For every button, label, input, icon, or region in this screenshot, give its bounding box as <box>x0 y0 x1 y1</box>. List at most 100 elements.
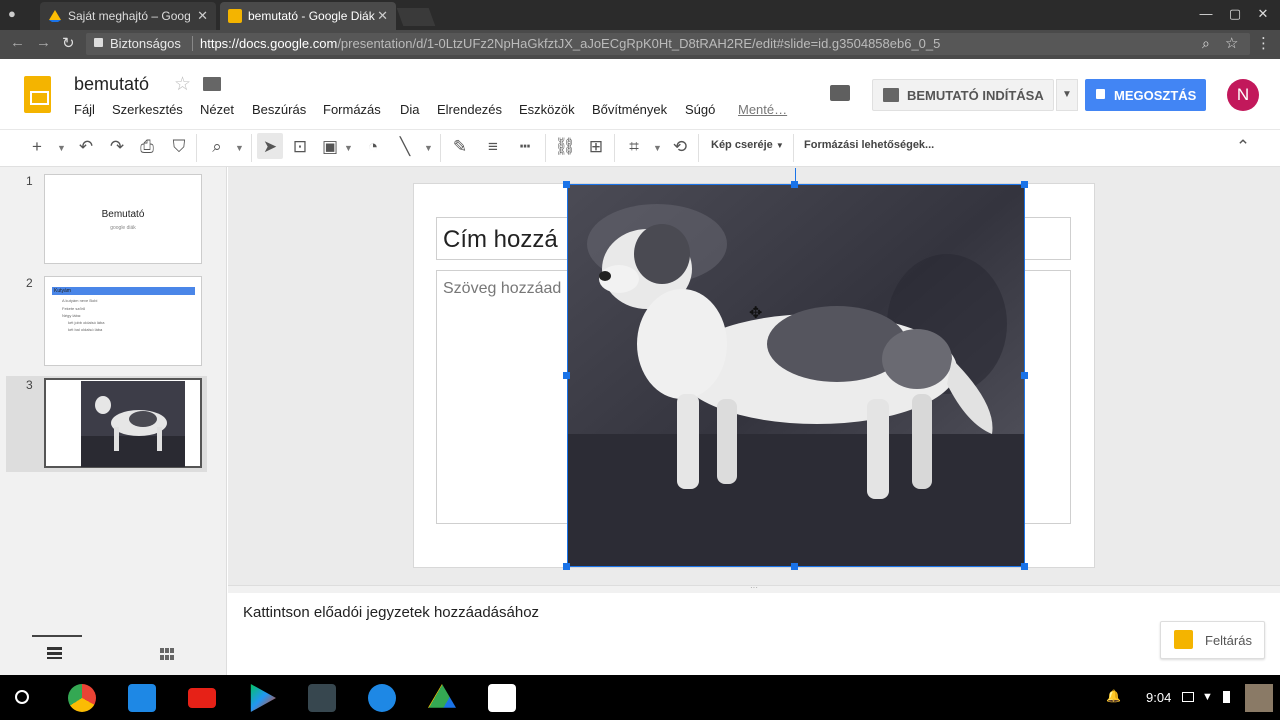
collapse-toolbar-icon[interactable]: ⌃ <box>1232 137 1254 157</box>
save-status[interactable]: Menté… <box>738 102 787 117</box>
present-label: BEMUTATÓ INDÍTÁSA <box>907 87 1044 103</box>
shape-icon[interactable]: ◔ <box>362 137 384 157</box>
reset-image-icon[interactable]: ⟲ <box>669 137 691 157</box>
resize-handle[interactable] <box>1021 372 1028 379</box>
whiteboard-app-icon[interactable] <box>488 684 516 712</box>
minimize-icon[interactable]: — <box>1197 6 1215 21</box>
menu-file[interactable]: Fájl <box>74 102 95 117</box>
add-comment-icon[interactable]: ⊞ <box>585 137 607 157</box>
maximize-icon[interactable]: ▢ <box>1226 6 1244 22</box>
zoom-icon[interactable]: ⌕ <box>206 137 228 157</box>
chevron-down-icon[interactable]: ▼ <box>235 143 244 153</box>
explore-label: Feltárás <box>1205 632 1252 648</box>
share-button[interactable]: MEGOSZTÁS <box>1085 79 1206 111</box>
folder-icon[interactable] <box>203 77 221 91</box>
zoom-icon[interactable]: ⌕ <box>1202 35 1210 52</box>
resize-handle[interactable] <box>563 372 570 379</box>
menu-view[interactable]: Nézet <box>200 102 234 117</box>
redo-icon[interactable]: ↷ <box>106 137 128 157</box>
comments-icon[interactable] <box>830 85 850 101</box>
paint-format-icon[interactable]: ⛉ <box>168 137 190 157</box>
present-dropdown-button[interactable]: ▼ <box>1056 79 1078 111</box>
back-icon[interactable]: ← <box>10 34 25 51</box>
reload-icon[interactable]: ↻ <box>62 34 75 52</box>
chevron-down-icon[interactable]: ▼ <box>344 143 353 153</box>
url-host: https://docs.google.com <box>200 36 338 51</box>
print-icon[interactable]: ⎙ <box>136 137 158 157</box>
menu-format[interactable]: Formázás <box>323 102 381 117</box>
link-icon[interactable]: ⛓ <box>554 137 576 157</box>
new-tab-button[interactable] <box>396 8 436 26</box>
image-icon[interactable]: ▣ <box>319 137 341 157</box>
crop-icon[interactable]: ⌗ <box>623 137 645 157</box>
user-avatar[interactable] <box>1245 684 1273 712</box>
browser-menu-icon[interactable]: ⋮ <box>1256 34 1271 52</box>
tab-label: Saját meghajtó – Google <box>68 9 190 23</box>
grid-view-icon[interactable] <box>160 647 174 660</box>
screen-cast-icon[interactable] <box>1182 692 1194 702</box>
share-label: MEGOSZTÁS <box>1114 87 1197 103</box>
forward-icon[interactable]: → <box>36 34 51 51</box>
chevron-down-icon[interactable]: ▼ <box>424 143 433 153</box>
tab-slides[interactable]: bemutató - Google Diák ✕ <box>220 2 396 30</box>
chevron-down-icon[interactable]: ▼ <box>57 143 66 153</box>
wifi-icon[interactable]: ▼ <box>1202 691 1213 703</box>
close-tab-icon[interactable]: ✕ <box>197 8 208 24</box>
border-color-icon[interactable]: ✎ <box>449 137 471 157</box>
document-title[interactable]: bemutató <box>74 74 149 95</box>
textbox-icon[interactable]: ⊡ <box>289 137 311 157</box>
close-tab-icon[interactable]: ✕ <box>377 8 388 24</box>
slide-thumbnail-title: Kutyám <box>52 287 195 295</box>
bookmark-star-icon[interactable]: ☆ <box>1225 34 1238 52</box>
chrome-icon[interactable] <box>68 684 96 712</box>
menu-addons[interactable]: Bővítmények <box>592 102 667 117</box>
files-icon[interactable] <box>368 684 396 712</box>
menu-edit[interactable]: Szerkesztés <box>112 102 183 117</box>
notes-resize-handle[interactable]: ··· <box>228 584 1280 593</box>
undo-icon[interactable]: ↶ <box>75 137 97 157</box>
tab-drive[interactable]: Saját meghajtó – Google ✕ <box>40 2 216 30</box>
menu-slide[interactable]: Dia <box>400 102 420 117</box>
chevron-down-icon: ▼ <box>775 141 784 150</box>
resize-handle[interactable] <box>563 181 570 188</box>
line-icon[interactable]: ╲ <box>394 137 416 157</box>
clock[interactable]: 9:04 <box>1146 690 1171 705</box>
menu-tools[interactable]: Eszközök <box>519 102 575 117</box>
security-label: Biztonságos <box>110 36 181 51</box>
camera-icon[interactable] <box>128 684 156 712</box>
slide-thumbnail-bullet: Négy lába: <box>62 313 82 318</box>
close-window-icon[interactable]: ✕ <box>1254 6 1272 22</box>
battery-icon[interactable] <box>1223 691 1230 703</box>
slide-number: 3 <box>26 378 33 392</box>
divider <box>698 134 699 162</box>
resize-handle[interactable] <box>563 563 570 570</box>
chevron-down-icon[interactable]: ▼ <box>653 143 662 153</box>
border-dash-icon[interactable]: ┅ <box>514 137 536 157</box>
resize-handle[interactable] <box>1021 563 1028 570</box>
calculator-icon[interactable] <box>308 684 336 712</box>
menu-arrange[interactable]: Elrendezés <box>437 102 502 117</box>
border-weight-icon[interactable]: ≡ <box>482 137 504 157</box>
filmstrip-view-icon[interactable] <box>47 646 62 659</box>
replace-image-button[interactable]: Kép cseréje ▼ <box>711 139 784 151</box>
resize-handle[interactable] <box>1021 181 1028 188</box>
slides-logo-icon[interactable] <box>24 76 51 113</box>
speaker-notes-placeholder: Kattintson előadói jegyzetek hozzáadásáh… <box>243 604 540 621</box>
dog-photo-thumbnail <box>81 381 185 467</box>
star-icon[interactable]: ☆ <box>174 73 191 96</box>
notification-icon[interactable]: 🔔 <box>1106 689 1121 703</box>
format-options-button[interactable]: Formázási lehetőségek... <box>804 139 934 151</box>
present-button[interactable]: BEMUTATÓ INDÍTÁSA <box>872 79 1054 111</box>
menu-help[interactable]: Súgó <box>685 102 715 117</box>
youtube-icon[interactable] <box>188 688 216 708</box>
slides-favicon-icon <box>228 9 242 23</box>
slide-thumbnail-3[interactable] <box>44 378 202 468</box>
resize-handle[interactable] <box>791 563 798 570</box>
url-text[interactable]: https://docs.google.com/presentation/d/1… <box>200 36 940 51</box>
menu-insert[interactable]: Beszúrás <box>252 102 306 117</box>
new-slide-icon[interactable]: + <box>26 137 48 157</box>
launcher-icon[interactable] <box>15 690 29 704</box>
resize-handle[interactable] <box>791 181 798 188</box>
avatar[interactable]: N <box>1227 79 1259 111</box>
divider <box>614 134 615 162</box>
